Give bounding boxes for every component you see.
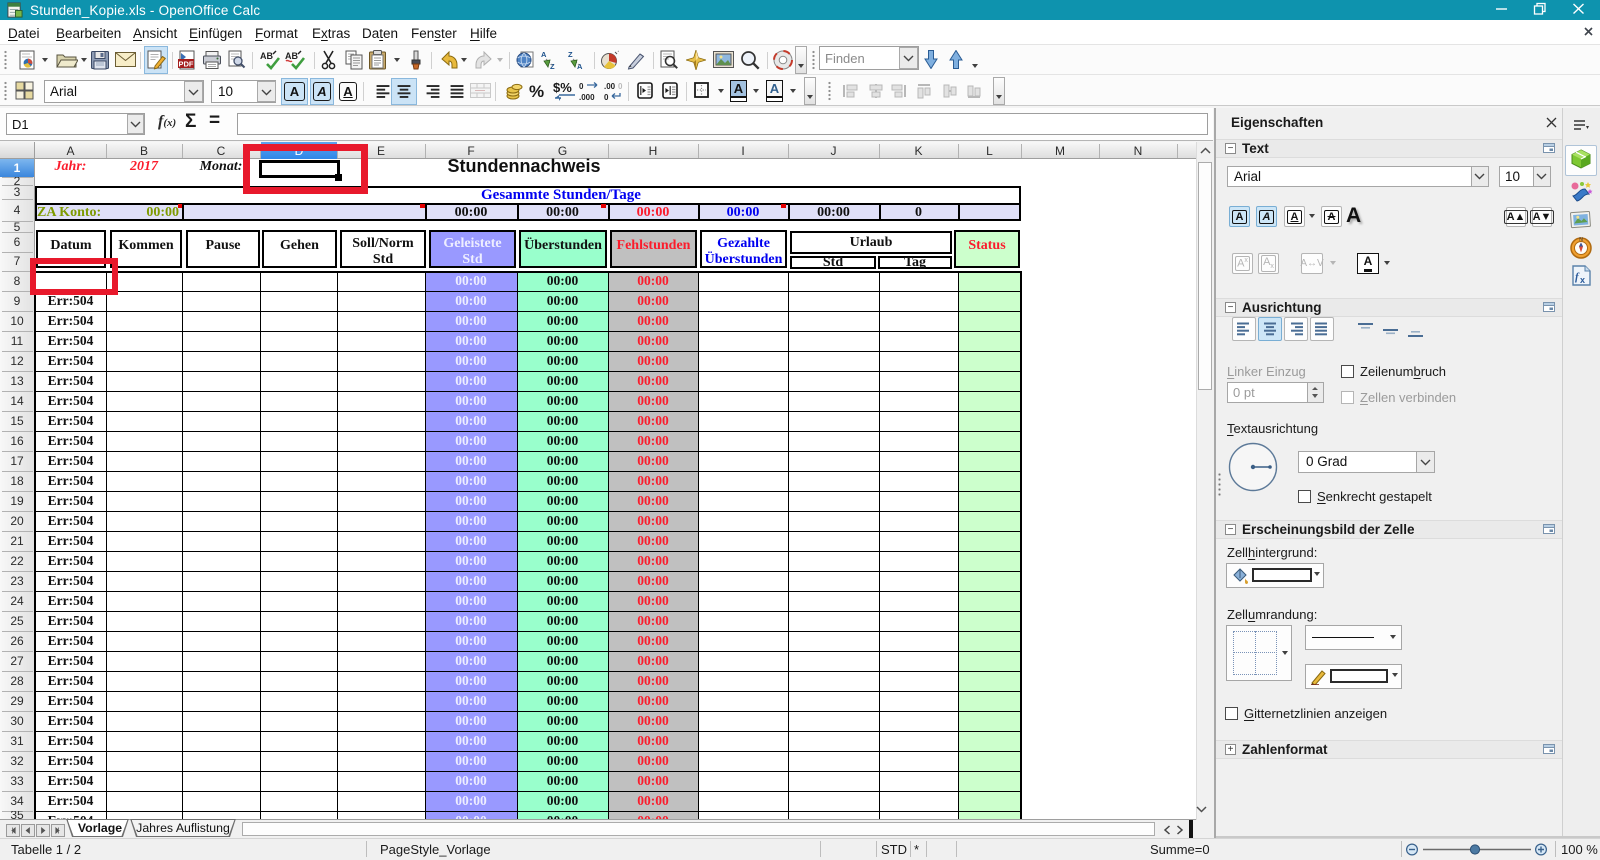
- svg-text:PDF: PDF: [179, 59, 194, 68]
- svg-text:Z: Z: [568, 50, 573, 59]
- svg-text:AB: AB: [260, 51, 273, 61]
- svg-text:0: 0: [604, 93, 609, 101]
- svg-text:A: A: [541, 50, 547, 59]
- svg-text:N: N: [1579, 237, 1583, 243]
- svg-text:0: 0: [579, 82, 584, 91]
- svg-text:.00: .00: [604, 82, 616, 91]
- svg-text:.000: .000: [579, 93, 595, 101]
- svg-text:AB: AB: [285, 51, 298, 61]
- svg-text:0: 0: [618, 82, 623, 91]
- svg-text:x: x: [1580, 275, 1585, 285]
- svg-text:Z: Z: [550, 62, 555, 70]
